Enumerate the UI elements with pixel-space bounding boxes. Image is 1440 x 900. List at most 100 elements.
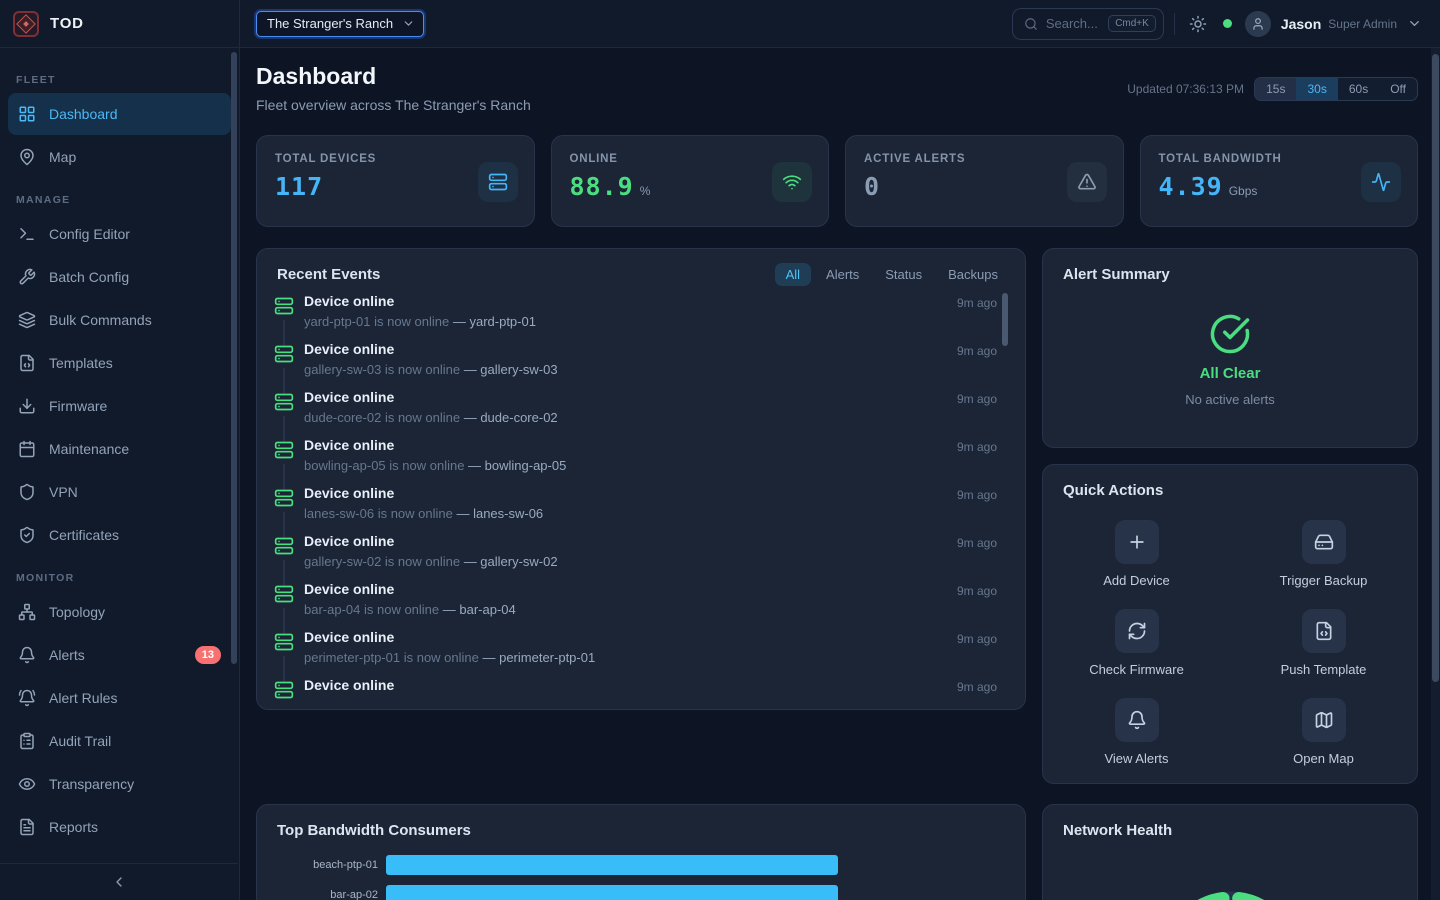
page-scrollbar[interactable] [1432, 54, 1439, 682]
refresh-30s-button[interactable]: 30s [1296, 78, 1337, 100]
avatar[interactable] [1245, 11, 1271, 37]
sidebar-item-alert-rules[interactable]: Alert Rules [8, 677, 231, 719]
event-time: 9m ago [957, 632, 997, 646]
site-selector[interactable]: The Stranger's Ranch [256, 11, 424, 37]
refresh-60s-button[interactable]: 60s [1338, 78, 1379, 100]
events-scrollbar[interactable] [1002, 293, 1008, 346]
add-device-button[interactable]: Add Device [1043, 520, 1230, 592]
sidebar-item-firmware[interactable]: Firmware [8, 385, 231, 427]
sidebar-item-label: Reports [49, 819, 98, 835]
sidebar-collapse-button[interactable] [0, 863, 238, 900]
event-time: 9m ago [957, 488, 997, 502]
event-title: Device online [304, 341, 394, 357]
sidebar-item-config-editor[interactable]: Config Editor [8, 213, 231, 255]
check-firmware-button[interactable]: Check Firmware [1043, 609, 1230, 681]
layers-icon [18, 311, 36, 329]
open-map-button[interactable]: Open Map [1230, 698, 1417, 770]
tab-all[interactable]: All [775, 263, 811, 286]
sidebar-item-alerts[interactable]: Alerts 13 [8, 634, 231, 676]
shield-check-icon [18, 526, 36, 544]
event-row[interactable]: Device onlinebar-ap-04 is now online — b… [274, 581, 997, 629]
event-row[interactable]: Device onlinedude-core-02 is now online … [274, 389, 997, 437]
brand: TOD [0, 0, 240, 47]
event-message: bar-ap-04 is now online [304, 602, 443, 617]
sidebar-item-maintenance[interactable]: Maintenance [8, 428, 231, 470]
sidebar-item-reports[interactable]: Reports [8, 806, 231, 848]
sidebar-item-label: Bulk Commands [49, 312, 152, 328]
event-row[interactable]: Device onlineyard-ptp-01 is now online —… [274, 293, 997, 341]
chevron-down-icon [402, 17, 415, 30]
search-placeholder: Search... [1046, 16, 1100, 31]
sidebar-scrollbar[interactable] [231, 52, 237, 664]
sidebar-item-label: Topology [49, 604, 105, 620]
refresh-icon [1115, 609, 1159, 653]
clipboard-list-icon [18, 732, 36, 750]
event-device: — lanes-sw-06 [456, 506, 543, 521]
sidebar-item-batch-config[interactable]: Batch Config [8, 256, 231, 298]
event-time: 9m ago [957, 680, 997, 694]
bandwidth-bar-row: beach-ptp-01 [265, 855, 838, 875]
sidebar-item-audit-trail[interactable]: Audit Trail [8, 720, 231, 762]
sidebar-item-bulk-commands[interactable]: Bulk Commands [8, 299, 231, 341]
event-title: Device online [304, 293, 394, 309]
search-icon [1024, 17, 1038, 31]
stat-unit: Gbps [1229, 184, 1258, 198]
app-logo [13, 11, 39, 37]
user-menu-chevron-down-icon[interactable] [1407, 16, 1422, 31]
trigger-backup-button[interactable]: Trigger Backup [1230, 520, 1417, 592]
file-text-icon [18, 818, 36, 836]
sidebar-item-label: Certificates [49, 527, 119, 543]
sidebar-item-label: Alerts [49, 647, 85, 663]
sidebar-item-dashboard[interactable]: Dashboard [8, 93, 231, 135]
network-health-gauge: 99 [1043, 845, 1418, 900]
stat-online: ONLINE 88.9 % [551, 135, 830, 227]
recent-events-title: Recent Events [277, 266, 380, 283]
sidebar-item-transparency[interactable]: Transparency [8, 763, 231, 805]
events-list: Device onlineyard-ptp-01 is now online —… [274, 293, 997, 710]
user-name: Jason [1281, 16, 1321, 32]
theme-toggle-sun-icon[interactable] [1189, 15, 1207, 33]
alert-summary-panel: Alert Summary All Clear No active alerts [1042, 248, 1418, 448]
event-row[interactable]: Device onlinegallery-sw-03 is now online… [274, 341, 997, 389]
bell-icon [18, 646, 36, 664]
push-template-button[interactable]: Push Template [1230, 609, 1417, 681]
activity-icon [1361, 162, 1401, 202]
map-pin-icon [18, 148, 36, 166]
event-row[interactable]: Device onlinegallery-sw-02 is now online… [274, 533, 997, 581]
search-input[interactable]: Search... Cmd+K [1012, 8, 1164, 40]
hard-drive-icon [1302, 520, 1346, 564]
sidebar-item-label: Alert Rules [49, 690, 117, 706]
alerts-count-badge: 13 [195, 646, 221, 664]
refresh-15s-button[interactable]: 15s [1255, 78, 1296, 100]
sidebar-item-label: Transparency [49, 776, 134, 792]
topbar-right: Search... Cmd+K Jason Super Admin [1012, 8, 1440, 40]
tab-alerts[interactable]: Alerts [815, 263, 870, 286]
sidebar-item-topology[interactable]: Topology [8, 591, 231, 633]
tab-backups[interactable]: Backups [937, 263, 1009, 286]
server-icon [274, 392, 294, 412]
event-row[interactable]: Device onlinebowling-ap-05 is now online… [274, 437, 997, 485]
chevron-left-icon [111, 874, 127, 890]
check-circle-icon [1209, 313, 1251, 355]
view-alerts-button[interactable]: View Alerts [1043, 698, 1230, 770]
bell-icon [1115, 698, 1159, 742]
search-shortcut-badge: Cmd+K [1108, 15, 1156, 32]
sidebar-item-templates[interactable]: Templates [8, 342, 231, 384]
stat-value: 117 [275, 172, 323, 201]
quick-action-label: Open Map [1293, 751, 1354, 766]
sidebar-item-map[interactable]: Map [8, 136, 231, 178]
network-icon [18, 603, 36, 621]
event-row[interactable]: Device onlineperimeter-ptp-01 is now onl… [274, 629, 997, 677]
event-time: 9m ago [957, 344, 997, 358]
sidebar-item-vpn[interactable]: VPN [8, 471, 231, 513]
event-row[interactable]: Device onlinelanes-sw-06 is now online —… [274, 485, 997, 533]
server-icon [274, 584, 294, 604]
refresh-off-button[interactable]: Off [1379, 78, 1417, 100]
site-selector-value: The Stranger's Ranch [267, 16, 393, 31]
sidebar-item-certificates[interactable]: Certificates [8, 514, 231, 556]
wifi-icon [772, 162, 812, 202]
dashboard-icon [18, 105, 36, 123]
event-row[interactable]: Device online9m ago [274, 677, 997, 710]
server-icon [274, 440, 294, 460]
tab-status[interactable]: Status [874, 263, 933, 286]
